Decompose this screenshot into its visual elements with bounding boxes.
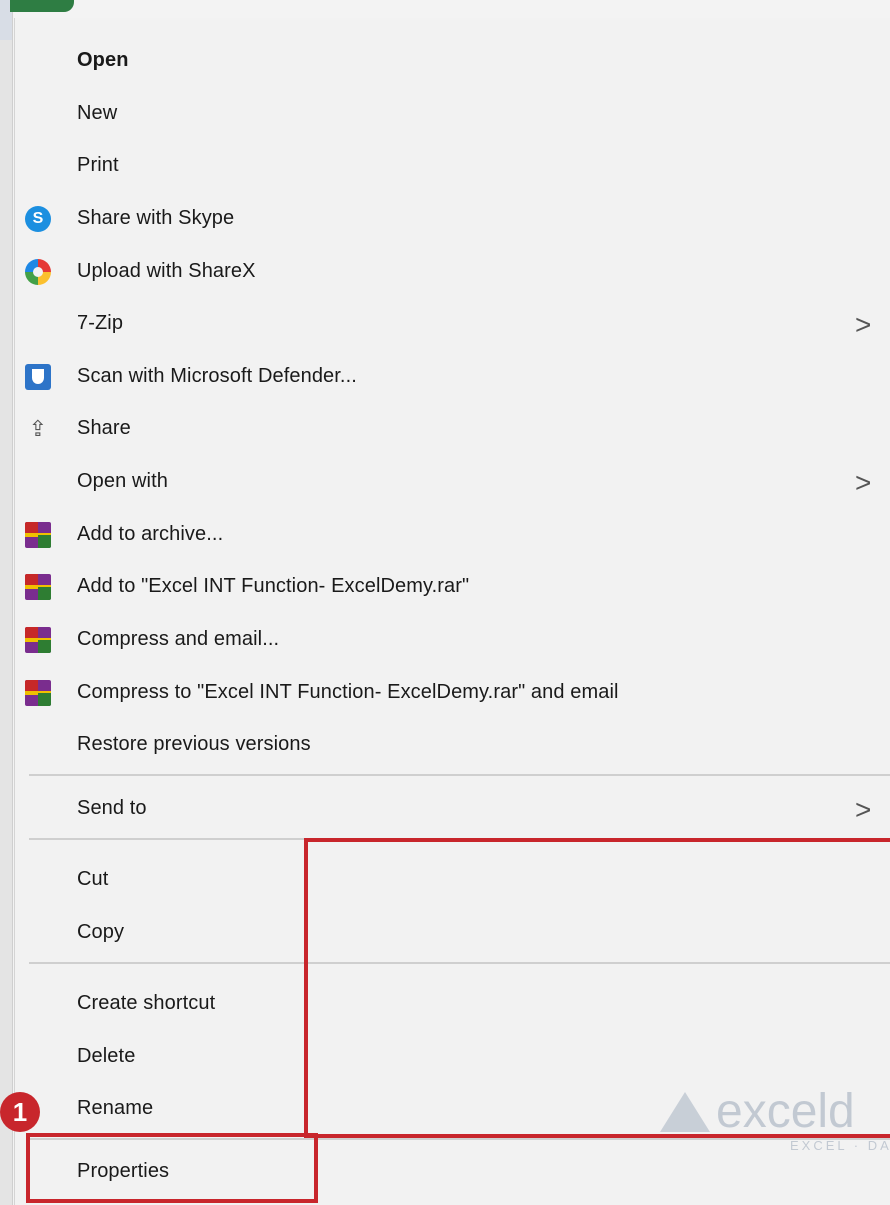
menu-item-label: Compress and email... bbox=[77, 628, 280, 650]
step-number-badge: 1 bbox=[0, 1092, 40, 1132]
menu-item-label: Share bbox=[77, 417, 131, 439]
chevron-right-icon: > bbox=[855, 794, 872, 825]
defender-icon bbox=[25, 364, 51, 390]
menu-separator bbox=[29, 774, 890, 776]
menu-item-label: Cut bbox=[77, 868, 109, 890]
highlight-box-properties bbox=[26, 1133, 318, 1203]
menu-item-label: Copy bbox=[77, 921, 125, 943]
share-icon: ⇪ bbox=[28, 416, 48, 441]
menu-item-print[interactable]: Print bbox=[15, 141, 890, 193]
menu-item-upload-with-sharex[interactable]: Upload with ShareX bbox=[15, 247, 890, 299]
menu-item-label: Restore previous versions bbox=[77, 733, 311, 755]
watermark-subtext: EXCEL · DAT bbox=[790, 1138, 890, 1153]
watermark-text: exceld bbox=[716, 1085, 855, 1138]
menu-item-label: Send to bbox=[77, 797, 147, 819]
menu-item-add-to-rar[interactable]: Add to "Excel INT Function- ExcelDemy.ra… bbox=[15, 562, 890, 614]
chevron-right-icon: > bbox=[855, 467, 872, 498]
winrar-icon bbox=[25, 627, 51, 653]
menu-item-new[interactable]: New bbox=[15, 89, 890, 141]
menu-item-share-with-skype[interactable]: S Share with Skype bbox=[15, 194, 890, 246]
menu-item-label: 7-Zip bbox=[77, 312, 124, 334]
exceldemy-logo-icon bbox=[660, 1092, 710, 1132]
sharex-icon bbox=[25, 259, 51, 285]
menu-item-scan-with-defender[interactable]: Scan with Microsoft Defender... bbox=[15, 352, 890, 404]
explorer-left-edge bbox=[0, 0, 13, 1205]
menu-item-label: Open bbox=[77, 49, 129, 71]
menu-item-open-with[interactable]: Open with > bbox=[15, 457, 890, 509]
chevron-right-icon: > bbox=[855, 309, 872, 340]
menu-item-send-to[interactable]: Send to > bbox=[15, 784, 890, 836]
menu-item-label: Add to archive... bbox=[77, 523, 224, 545]
menu-item-label: Upload with ShareX bbox=[77, 260, 256, 282]
menu-item-label: Compress to "Excel INT Function- ExcelDe… bbox=[77, 681, 619, 703]
menu-item-label: Delete bbox=[77, 1045, 136, 1067]
exceldemy-watermark: exceld EXCEL · DAT bbox=[660, 1080, 890, 1160]
menu-item-label: Add to "Excel INT Function- ExcelDemy.ra… bbox=[77, 575, 470, 597]
file-selection-tab bbox=[10, 0, 74, 12]
menu-item-label: Print bbox=[77, 154, 119, 176]
menu-item-compress-to-rar-and-email[interactable]: Compress to "Excel INT Function- ExcelDe… bbox=[15, 668, 890, 720]
menu-item-share[interactable]: ⇪ Share bbox=[15, 404, 890, 456]
menu-item-label: Open with bbox=[77, 470, 168, 492]
menu-item-label: New bbox=[77, 102, 118, 124]
winrar-icon bbox=[25, 680, 51, 706]
menu-item-label: Rename bbox=[77, 1097, 154, 1119]
menu-item-restore-previous-versions[interactable]: Restore previous versions bbox=[15, 720, 890, 772]
menu-item-compress-and-email[interactable]: Compress and email... bbox=[15, 615, 890, 667]
menu-item-7zip[interactable]: 7-Zip > bbox=[15, 299, 890, 351]
menu-item-label: Share with Skype bbox=[77, 207, 235, 229]
menu-item-label: Create shortcut bbox=[77, 992, 216, 1014]
winrar-icon bbox=[25, 522, 51, 548]
winrar-icon bbox=[25, 574, 51, 600]
menu-item-label: Scan with Microsoft Defender... bbox=[77, 365, 357, 387]
menu-item-add-to-archive[interactable]: Add to archive... bbox=[15, 510, 890, 562]
menu-item-open[interactable]: Open bbox=[15, 36, 890, 88]
skype-icon: S bbox=[25, 206, 51, 232]
